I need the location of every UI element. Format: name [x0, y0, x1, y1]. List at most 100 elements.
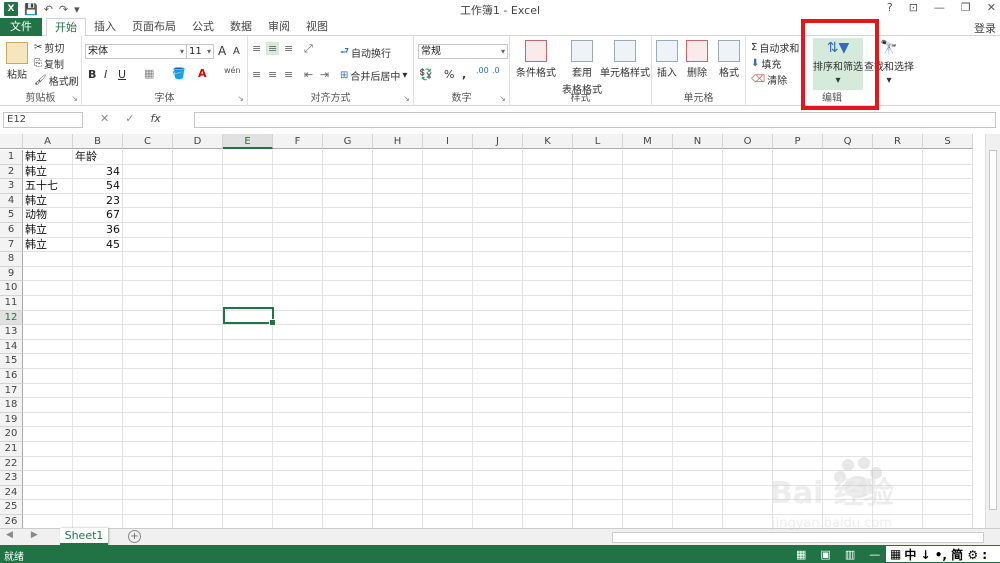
cell-c2[interactable]: [123, 164, 173, 180]
cell-r3[interactable]: [873, 179, 923, 194]
cell-k25[interactable]: [523, 500, 573, 515]
cell-m8[interactable]: [623, 252, 673, 267]
cell-c14[interactable]: [123, 339, 173, 355]
cell-h20[interactable]: [373, 427, 423, 442]
cell-b13[interactable]: [73, 325, 123, 340]
cell-k21[interactable]: [523, 442, 573, 457]
merge-center-button[interactable]: ⊞ 合并后居中 ▾: [340, 68, 407, 83]
cell-k13[interactable]: [523, 325, 573, 340]
row-header[interactable]: 23: [0, 471, 23, 486]
cell-l11[interactable]: [573, 296, 623, 311]
cell-m14[interactable]: [623, 339, 673, 355]
cell-f15[interactable]: [273, 354, 323, 369]
cell-g18[interactable]: [323, 398, 373, 413]
cell-j13[interactable]: [473, 325, 523, 340]
cell-p15[interactable]: [773, 354, 823, 369]
cell-q20[interactable]: [823, 427, 873, 442]
cell-d3[interactable]: [173, 179, 223, 194]
cell-k6[interactable]: [523, 223, 573, 238]
font-size-combo[interactable]: 11 ▾: [186, 44, 214, 59]
cell-g12[interactable]: [323, 310, 373, 326]
cell-l15[interactable]: [573, 354, 623, 369]
cell-b20[interactable]: [73, 427, 123, 442]
percent-button[interactable]: %: [444, 68, 454, 81]
cell-b25[interactable]: [73, 500, 123, 515]
cell-a18[interactable]: [23, 398, 73, 413]
cell-o12[interactable]: [723, 310, 773, 326]
cell-j1[interactable]: [473, 150, 523, 165]
cell-q12[interactable]: [823, 310, 873, 326]
cell-i20[interactable]: [423, 427, 473, 442]
increase-indent-icon[interactable]: ⇥: [320, 68, 329, 81]
cell-h9[interactable]: [373, 266, 423, 282]
cell-r22[interactable]: [873, 456, 923, 472]
dialog-launcher-icon[interactable]: ↘: [71, 94, 78, 103]
cell-f23[interactable]: [273, 471, 323, 486]
cell-k14[interactable]: [523, 339, 573, 355]
cell-a11[interactable]: [23, 296, 73, 311]
cell-o8[interactable]: [723, 252, 773, 267]
cell-p4[interactable]: [773, 193, 823, 209]
cell-q11[interactable]: [823, 296, 873, 311]
row-header[interactable]: 15: [0, 354, 23, 369]
cell-g20[interactable]: [323, 427, 373, 442]
active-cell-selection[interactable]: [223, 307, 276, 326]
row-header[interactable]: 17: [0, 383, 23, 399]
cell-j18[interactable]: [473, 398, 523, 413]
cell-f7[interactable]: [273, 237, 323, 253]
cell-o10[interactable]: [723, 281, 773, 296]
cell-j12[interactable]: [473, 310, 523, 326]
ime-toolbar[interactable]: ▦ 中 ↓ •, 简 ⚙ :: [886, 546, 1000, 562]
cell-r4[interactable]: [873, 193, 923, 209]
cell-k12[interactable]: [523, 310, 573, 326]
cell-h10[interactable]: [373, 281, 423, 296]
cell-k9[interactable]: [523, 266, 573, 282]
row-header[interactable]: 1: [0, 150, 23, 165]
cell-s19[interactable]: [923, 412, 973, 428]
cell-i16[interactable]: [423, 369, 473, 384]
cell-n7[interactable]: [673, 237, 723, 253]
cell-p21[interactable]: [773, 442, 823, 457]
zoom-out-icon[interactable]: —: [869, 548, 880, 561]
cell-b3[interactable]: 54: [73, 179, 123, 194]
cell-b26[interactable]: [73, 515, 123, 528]
cell-i15[interactable]: [423, 354, 473, 369]
cell-a25[interactable]: [23, 500, 73, 515]
formula-input[interactable]: [194, 112, 996, 128]
cell-c21[interactable]: [123, 442, 173, 457]
cell-b12[interactable]: [73, 310, 123, 326]
cell-m19[interactable]: [623, 412, 673, 428]
tab-formulas[interactable]: 公式: [184, 18, 222, 36]
cell-d4[interactable]: [173, 193, 223, 209]
italic-button[interactable]: I: [104, 68, 107, 81]
cell-n17[interactable]: [673, 383, 723, 399]
cell-m2[interactable]: [623, 164, 673, 180]
cell-h18[interactable]: [373, 398, 423, 413]
cell-l12[interactable]: [573, 310, 623, 326]
comma-button[interactable]: ,: [462, 68, 466, 81]
cell-b9[interactable]: [73, 266, 123, 282]
page-break-view-icon[interactable]: ▥: [845, 548, 855, 561]
cell-d12[interactable]: [173, 310, 223, 326]
row-header[interactable]: 21: [0, 442, 23, 457]
cell-i4[interactable]: [423, 193, 473, 209]
cell-d15[interactable]: [173, 354, 223, 369]
cell-e22[interactable]: [223, 456, 273, 472]
cell-h21[interactable]: [373, 442, 423, 457]
cell-i25[interactable]: [423, 500, 473, 515]
cell-a6[interactable]: 韩立: [23, 223, 73, 238]
row-header[interactable]: 26: [0, 515, 23, 528]
cell-e2[interactable]: [223, 164, 273, 180]
cell-o17[interactable]: [723, 383, 773, 399]
cell-h5[interactable]: [373, 208, 423, 223]
cell-j20[interactable]: [473, 427, 523, 442]
cell-h16[interactable]: [373, 369, 423, 384]
cell-b6[interactable]: 36: [73, 223, 123, 238]
cell-g9[interactable]: [323, 266, 373, 282]
cell-j14[interactable]: [473, 339, 523, 355]
cell-n12[interactable]: [673, 310, 723, 326]
cell-f5[interactable]: [273, 208, 323, 223]
row-header[interactable]: 5: [0, 208, 23, 223]
tab-page-layout[interactable]: 页面布局: [124, 18, 184, 36]
cell-n9[interactable]: [673, 266, 723, 282]
